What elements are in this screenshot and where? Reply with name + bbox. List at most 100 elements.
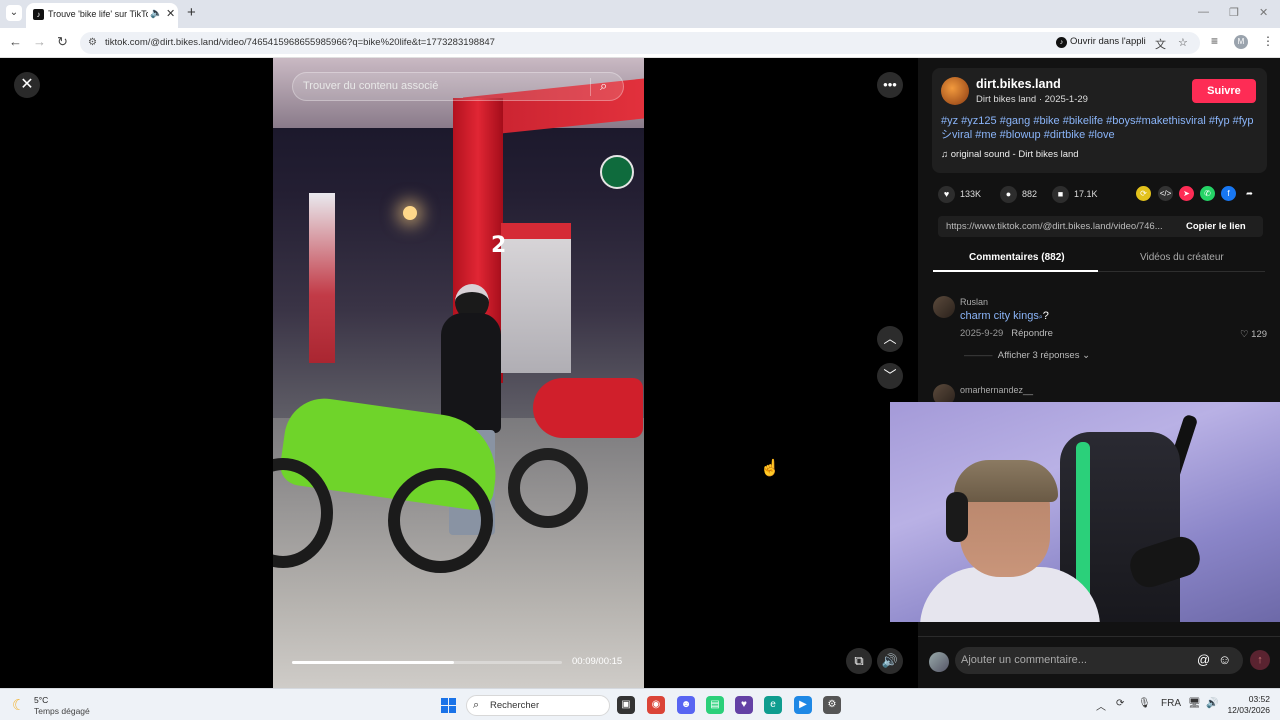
purple-app-icon[interactable]: ♥ [735,696,753,714]
heart-icon: ♥ [938,186,955,203]
tab-close-icon[interactable]: ✕ [166,7,175,20]
system-clock[interactable]: 03:52 12/03/2026 [1224,694,1270,716]
forward-button[interactable]: → [33,34,46,49]
video-progress-bar[interactable] [292,661,562,664]
open-in-app-button[interactable]: ♪ Ouvrir dans l'appli [1056,36,1146,48]
browser-menu-icon[interactable]: ⋮ [1262,34,1274,48]
back-button[interactable]: ← [9,34,22,49]
start-button[interactable] [441,698,456,713]
edge-icon[interactable]: e [764,696,782,714]
save-button[interactable]: ■ 17.1K [1052,186,1098,203]
comment-username[interactable]: omarhernandez__ [960,385,1033,395]
discord-icon[interactable]: ☻ [677,696,695,714]
omnibox[interactable]: ⚙ tiktok.com/@dirt.bikes.land/video/7465… [80,32,1200,54]
red-bike-wheel [508,448,588,528]
creator-username[interactable]: dirt.bikes.land [976,77,1061,91]
video-progress-fill [292,661,454,664]
emoji-icon[interactable]: ☺ [1218,652,1231,667]
comment-suffix: ? [1042,310,1049,322]
reply-button[interactable]: Répondre [1011,328,1053,339]
speaker-icon[interactable]: 🔈 [150,8,162,19]
blue-app-icon[interactable]: ▶ [794,696,812,714]
bookmark-star-icon[interactable]: ☆ [1178,36,1188,49]
street-light [403,206,417,220]
moon-weather-icon[interactable]: ☾ [12,696,25,714]
tab-creator-videos[interactable]: Vidéos du créateur [1140,252,1224,263]
restore-icon[interactable]: ❐ [1229,6,1239,19]
minimize-icon[interactable]: — [1198,6,1209,18]
comment-count: 882 [1022,189,1038,199]
network-icon[interactable]: 🖥 [1188,698,1201,709]
site-info-icon[interactable]: ⚙ [88,37,97,48]
like-button[interactable]: ♥ 133K [938,186,981,203]
send-icon[interactable]: ➤ [1179,186,1194,201]
copy-link-button[interactable]: Copier le lien [1186,221,1246,232]
active-tab-indicator [933,270,1098,272]
task-view-icon[interactable]: ▣ [617,696,635,714]
volume-icon[interactable]: 🔊 [877,648,903,674]
settings-gear-icon[interactable]: ⚙ [823,696,841,714]
weather-temperature[interactable]: 5°C [34,695,48,705]
video-player[interactable]: 2 [273,58,644,688]
comment-username[interactable]: Ruslan [960,297,988,307]
next-video-icon[interactable]: ﹀ [877,363,903,389]
tray-chevron-icon[interactable]: ︿ [1096,698,1106,713]
share-link-text[interactable]: https://www.tiktok.com/@dirt.bikes.land/… [946,221,1176,232]
comment-button[interactable]: ● 882 [1000,186,1037,203]
panel-tabs: Commentaires (882) Vidéos du créateur [933,248,1265,272]
comment-input[interactable]: Ajouter un commentaire... @ ☺ [955,647,1243,674]
comment-meta: 2025-9-29 Répondre [960,328,1053,339]
whatsapp-icon[interactable]: ✆ [1200,186,1215,201]
share-arrow-icon[interactable]: ➦ [1242,186,1257,201]
translate-icon[interactable]: 文 [1155,36,1166,52]
search-icon[interactable]: ⌕ [600,78,607,94]
previous-video-icon[interactable]: ︿ [877,326,903,352]
share-link-box: https://www.tiktok.com/@dirt.bikes.land/… [938,216,1263,237]
creator-subline: Dirt bikes land · 2025-1-29 [976,94,1088,105]
new-tab-button[interactable]: + [187,4,196,21]
embed-icon[interactable]: </> [1158,186,1173,201]
taskbar-search[interactable]: ⌕ Rechercher [466,695,610,716]
sound-label: original sound - Dirt bikes land [950,149,1079,160]
tab-comments[interactable]: Commentaires (882) [969,252,1065,263]
profile-avatar[interactable]: M [1234,35,1248,49]
microphone-icon[interactable]: 🎙 [1138,698,1151,709]
show-replies-button[interactable]: ——— Afficher 3 réponses ⌄ [964,350,1090,361]
tab-search-button[interactable]: ⌄ [6,5,22,21]
heart-outline-icon: ♡ [1240,329,1252,340]
repost-icon[interactable]: ⟳ [1136,186,1151,201]
tray-sync-icon[interactable]: ⟳ [1116,698,1124,709]
language-indicator[interactable]: FRA [1161,698,1181,709]
browser-tab[interactable]: ♪ Trouve 'bike life' sur TikTok 🔈 ✕ [26,3,178,28]
caltex-sign [309,193,335,363]
comment-like-button[interactable]: ♡ 129 [1240,329,1267,340]
follow-button[interactable]: Suivre [1192,79,1256,103]
browser-tab-bar: ⌄ ♪ Trouve 'bike life' sur TikTok 🔈 ✕ + … [0,0,1280,28]
weather-description[interactable]: Temps dégagé [34,706,90,716]
facebook-icon[interactable]: f [1221,186,1236,201]
related-search-input[interactable]: Trouver du contenu associé ⌕ [292,72,624,101]
reload-button[interactable]: ↻ [57,34,68,50]
app-green-icon[interactable]: ▤ [706,696,724,714]
search-divider [590,78,591,96]
tab-title: Trouve 'bike life' sur TikTok [48,9,148,19]
clock-date: 12/03/2026 [1227,705,1270,715]
video-hashtags[interactable]: #yz #yz125 #gang #bike #bikelife #boys#m… [941,114,1261,142]
send-comment-button[interactable]: ↑ [1250,650,1270,670]
mention-icon[interactable]: @ [1197,652,1210,667]
fuel-pump [501,223,571,373]
creator-avatar[interactable] [941,77,969,105]
comment-search-link[interactable]: charm city kings [960,310,1039,322]
sound-link[interactable]: ♫ original sound - Dirt bikes land [941,149,1079,160]
bookmark-icon: ■ [1052,186,1069,203]
headphones [946,492,968,542]
commenter-avatar[interactable] [933,296,955,318]
reading-list-icon[interactable]: ≡ [1211,34,1218,48]
window-close-icon[interactable]: ✕ [1259,6,1268,19]
chrome-icon[interactable]: ◉ [647,696,665,714]
replies-divider: ——— [964,350,998,361]
floating-player-icon[interactable]: ⧉ [846,648,872,674]
more-options-icon[interactable]: ••• [877,72,903,98]
tray-volume-icon[interactable]: 🔊 [1206,698,1218,709]
close-video-button[interactable]: ✕ [14,72,40,98]
